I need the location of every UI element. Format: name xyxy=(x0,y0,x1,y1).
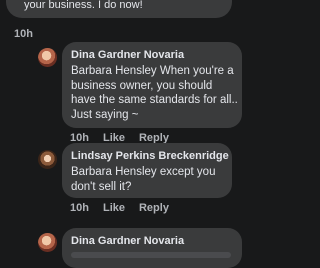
previous-comment-time: 10h xyxy=(14,28,33,40)
avatar[interactable] xyxy=(38,48,57,67)
comment-actions: 10h Like Reply xyxy=(70,202,169,214)
previous-comment-text: your business. I do now! xyxy=(24,0,143,11)
comment-text: Barbara Hensley except you don't sell it… xyxy=(71,166,216,193)
comment-bubble: Lindsay Perkins Breckenridge Barbara Hen… xyxy=(62,143,232,198)
comment-bubble: Dina Gardner Novaria xyxy=(62,228,242,268)
like-button[interactable]: Like xyxy=(103,202,125,214)
comment-time[interactable]: 10h xyxy=(70,202,89,214)
comment-text-obscured xyxy=(71,252,231,258)
avatar[interactable] xyxy=(38,150,57,169)
comment-author[interactable]: Dina Gardner Novaria xyxy=(71,49,184,61)
comment-bubble: Dina Gardner Novaria Barbara Hensley Whe… xyxy=(62,42,242,128)
reply-button[interactable]: Reply xyxy=(139,202,169,214)
comment-author[interactable]: Dina Gardner Novaria xyxy=(71,235,184,247)
comment-author[interactable]: Lindsay Perkins Breckenridge xyxy=(71,150,229,162)
comment-text: Barbara Hensley When you're a business o… xyxy=(71,65,238,121)
avatar[interactable] xyxy=(38,233,57,252)
previous-comment-bubble: your business. I do now! xyxy=(6,0,232,18)
